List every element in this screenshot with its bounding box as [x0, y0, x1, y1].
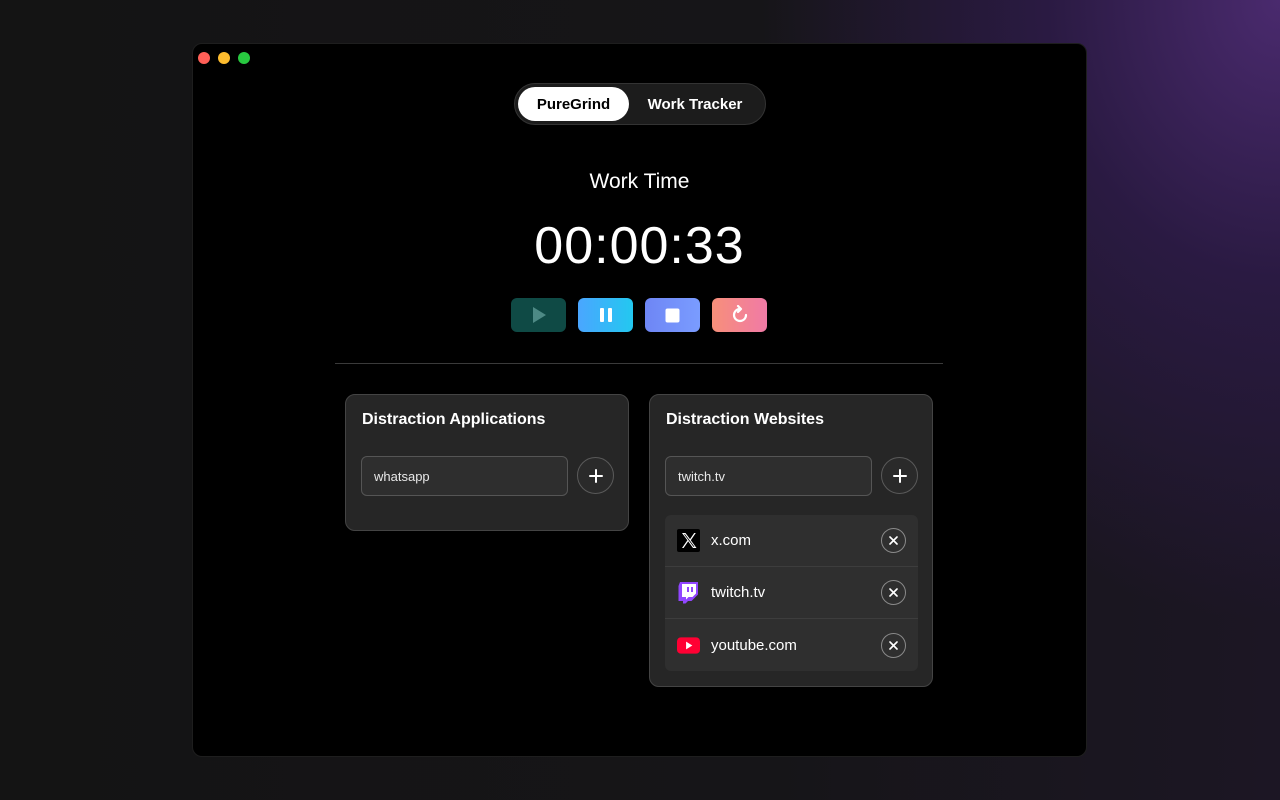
- apps-card-title: Distraction Applications: [362, 411, 546, 428]
- close-icon: [889, 588, 898, 597]
- play-button[interactable]: [511, 298, 566, 332]
- app-input[interactable]: whatsapp: [361, 456, 568, 496]
- pause-icon: [599, 308, 612, 322]
- zoom-window-button[interactable]: [238, 52, 250, 64]
- list-item: x.com: [665, 515, 918, 567]
- plus-icon: [588, 468, 603, 483]
- close-window-button[interactable]: [198, 52, 210, 64]
- stop-icon: [665, 308, 680, 322]
- app-window: PureGrind Work Tracker Work Time 00:00:3…: [192, 43, 1087, 757]
- add-website-button[interactable]: [881, 457, 918, 494]
- website-label: x.com: [711, 532, 752, 549]
- minimize-window-button[interactable]: [218, 52, 230, 64]
- distraction-websites-card: Distraction Websites twitch.tv x.com twi…: [649, 394, 933, 687]
- refresh-icon: [732, 305, 747, 323]
- mode-segmented-control: PureGrind Work Tracker: [514, 83, 766, 125]
- timer-label: Work Time: [589, 170, 690, 193]
- pause-button[interactable]: [578, 298, 633, 332]
- close-icon: [889, 536, 898, 545]
- stop-button[interactable]: [645, 298, 700, 332]
- remove-website-button[interactable]: [881, 632, 906, 658]
- section-divider: [335, 363, 943, 364]
- close-icon: [889, 640, 898, 650]
- website-label: youtube.com: [711, 636, 797, 654]
- website-input[interactable]: twitch.tv: [665, 456, 872, 496]
- plus-icon: [892, 468, 907, 483]
- add-app-button[interactable]: [577, 457, 614, 494]
- distraction-apps-card: Distraction Applications whatsapp: [345, 394, 629, 531]
- tab-work-tracker[interactable]: Work Tracker: [629, 87, 761, 121]
- website-label: twitch.tv: [711, 584, 766, 601]
- tab-puregrind[interactable]: PureGrind: [518, 87, 629, 121]
- list-item: twitch.tv: [665, 567, 918, 619]
- reset-button[interactable]: [712, 298, 767, 332]
- play-icon: [532, 307, 546, 323]
- twitch-logo-icon: [677, 581, 700, 604]
- timer-controls: [511, 298, 767, 332]
- website-list: x.com twitch.tv youtube.com: [665, 515, 918, 671]
- websites-card-title: Distraction Websites: [666, 411, 824, 428]
- remove-website-button[interactable]: [881, 580, 906, 605]
- timer-display: 00:00:33: [534, 217, 745, 275]
- x-logo-icon: [677, 529, 700, 552]
- window-controls: [198, 52, 250, 64]
- youtube-logo-icon: [677, 634, 700, 657]
- remove-website-button[interactable]: [881, 528, 906, 553]
- list-item: youtube.com: [665, 619, 918, 671]
